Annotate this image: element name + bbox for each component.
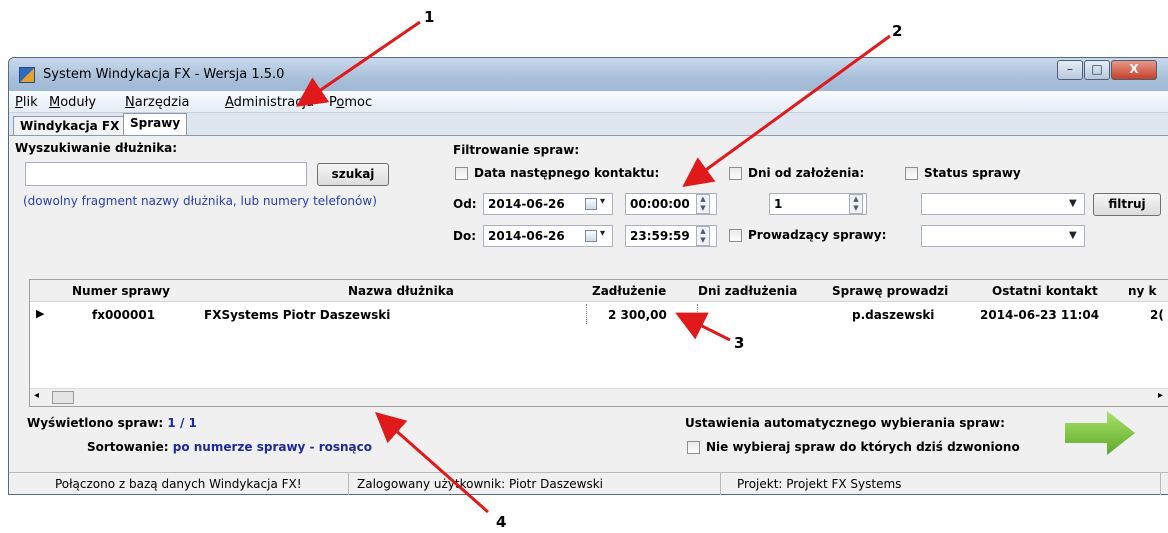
annotation-arrows bbox=[296, 20, 891, 514]
annotation-4: 4 bbox=[496, 513, 507, 531]
annotation-3: 3 bbox=[734, 334, 745, 352]
